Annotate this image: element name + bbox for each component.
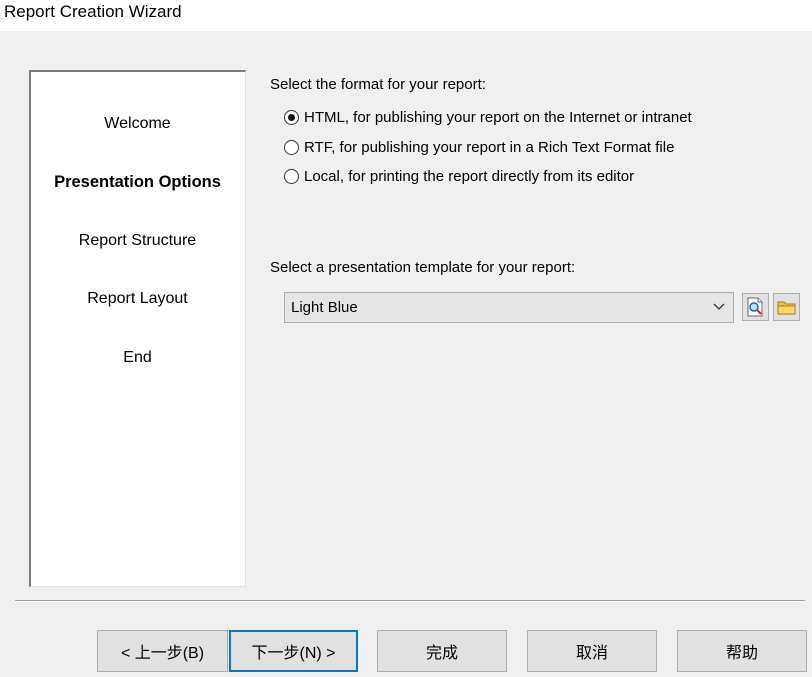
template-selected-value: Light Blue: [291, 299, 358, 316]
chevron-down-icon: [713, 303, 725, 310]
help-button[interactable]: 帮助: [677, 630, 807, 672]
radio-rtf-label: RTF, for publishing your report in a Ric…: [304, 138, 675, 156]
radio-html[interactable]: HTML, for publishing your report on the …: [284, 107, 692, 127]
wizard-steps-panel: Welcome Presentation Options Report Stru…: [29, 70, 246, 587]
step-end: End: [123, 349, 152, 366]
footer-separator: [15, 600, 805, 602]
window-title: Report Creation Wizard: [4, 2, 182, 21]
cancel-button[interactable]: 取消: [527, 630, 657, 672]
template-dropdown[interactable]: Light Blue: [284, 292, 734, 323]
template-label: Select a presentation template for your …: [270, 259, 576, 276]
format-label: Select the format for your report:: [270, 76, 486, 93]
step-report-structure: Report Structure: [78, 232, 197, 249]
step-report-layout: Report Layout: [87, 290, 188, 307]
title-bar: Report Creation Wizard: [0, 0, 812, 31]
radio-rtf[interactable]: RTF, for publishing your report in a Ric…: [284, 137, 674, 157]
template-preview-button[interactable]: [742, 293, 769, 321]
step-welcome: Welcome: [104, 115, 171, 132]
radio-local-label: Local, for printing the report directly …: [304, 167, 635, 185]
folder-icon: [777, 301, 796, 315]
finish-button[interactable]: 完成: [377, 630, 507, 672]
next-button[interactable]: 下一步(N) >: [229, 630, 358, 672]
radio-button[interactable]: [284, 109, 299, 125]
template-browse-button[interactable]: [773, 293, 800, 321]
radio-html-label: HTML, for publishing your report on the …: [304, 108, 692, 126]
back-button[interactable]: < 上一步(B): [97, 630, 228, 672]
preview-icon: [747, 297, 763, 317]
radio-button[interactable]: [284, 168, 299, 184]
radio-button[interactable]: [284, 139, 299, 155]
step-presentation-options: Presentation Options: [54, 173, 221, 191]
radio-local[interactable]: Local, for printing the report directly …: [284, 166, 634, 186]
